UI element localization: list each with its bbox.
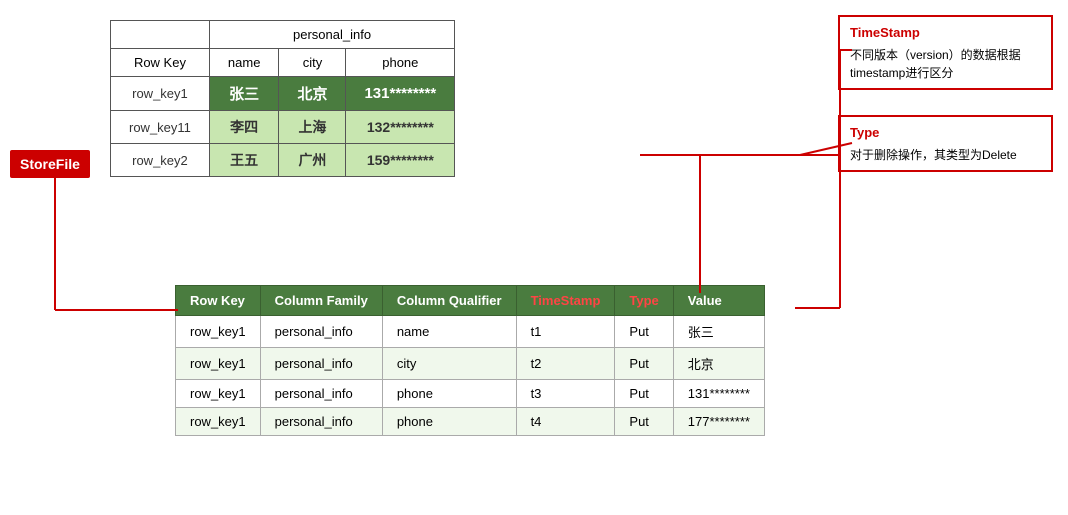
phone-cell: 131******** [346, 77, 455, 111]
bottom-table: Row Key Column Family Column Qualifier T… [175, 285, 765, 436]
col-header-row: Row Key name city phone [111, 49, 455, 77]
bd-value: 177******** [673, 408, 764, 436]
bd-cq: phone [382, 380, 516, 408]
bd-cf: personal_info [260, 380, 382, 408]
bd-ts: t3 [516, 380, 615, 408]
city-cell: 广州 [279, 144, 346, 177]
table-row: row_key1 张三 北京 131******** [111, 77, 455, 111]
bh-type: Type [615, 286, 673, 316]
phone-cell: 132******** [346, 111, 455, 144]
timestamp-text: 不同版本（version）的数据根据timestamp进行区分 [850, 46, 1041, 82]
bd-cq: city [382, 348, 516, 380]
table-row: row_key1 personal_info city t2 Put 北京 [176, 348, 765, 380]
bd-cf: personal_info [260, 348, 382, 380]
bd-type: Put [615, 316, 673, 348]
rowkey-col-header: Row Key [111, 49, 210, 77]
bh-cq: Column Qualifier [382, 286, 516, 316]
bh-value: Value [673, 286, 764, 316]
empty-header [111, 21, 210, 49]
type-annotation: Type 对于删除操作，其类型为Delete [838, 115, 1053, 172]
bd-ts: t4 [516, 408, 615, 436]
bottom-section: Row Key Column Family Column Qualifier T… [175, 285, 765, 436]
bottom-header-row: Row Key Column Family Column Qualifier T… [176, 286, 765, 316]
storefile-label: StoreFile [10, 150, 90, 178]
type-text: 对于删除操作，其类型为Delete [850, 146, 1041, 164]
table-row: row_key1 personal_info phone t3 Put 131*… [176, 380, 765, 408]
table-row: row_key2 王五 广州 159******** [111, 144, 455, 177]
bd-cq: name [382, 316, 516, 348]
bd-cf: personal_info [260, 408, 382, 436]
row-key-cell: row_key11 [111, 111, 210, 144]
bd-value: 北京 [673, 348, 764, 380]
bd-rowkey: row_key1 [176, 316, 261, 348]
name-cell: 王五 [209, 144, 279, 177]
name-col-header: name [209, 49, 279, 77]
bd-type: Put [615, 348, 673, 380]
top-table: personal_info Row Key name city phone ro… [110, 20, 455, 177]
bd-cf: personal_info [260, 316, 382, 348]
bd-cq: phone [382, 408, 516, 436]
city-col-header: city [279, 49, 346, 77]
phone-cell: 159******** [346, 144, 455, 177]
name-cell: 张三 [209, 77, 279, 111]
bd-rowkey: row_key1 [176, 348, 261, 380]
timestamp-annotation: TimeStamp 不同版本（version）的数据根据timestamp进行区… [838, 15, 1053, 90]
table-row: row_key11 李四 上海 132******** [111, 111, 455, 144]
top-section: personal_info Row Key name city phone ro… [110, 20, 455, 177]
bh-rowkey: Row Key [176, 286, 261, 316]
row-key-cell: row_key1 [111, 77, 210, 111]
bh-ts: TimeStamp [516, 286, 615, 316]
bd-rowkey: row_key1 [176, 408, 261, 436]
bh-cf: Column Family [260, 286, 382, 316]
name-cell: 李四 [209, 111, 279, 144]
main-container: StoreFile personal_info Row Key name cit… [0, 0, 1068, 515]
bd-type: Put [615, 380, 673, 408]
table-row: row_key1 personal_info name t1 Put 张三 [176, 316, 765, 348]
timestamp-title: TimeStamp [850, 23, 1041, 43]
city-cell: 上海 [279, 111, 346, 144]
phone-col-header: phone [346, 49, 455, 77]
table-row: row_key1 personal_info phone t4 Put 177*… [176, 408, 765, 436]
table-header-row: personal_info [111, 21, 455, 49]
personal-info-header: personal_info [209, 21, 454, 49]
bd-value: 张三 [673, 316, 764, 348]
bd-ts: t1 [516, 316, 615, 348]
type-title: Type [850, 123, 1041, 143]
row-key-cell: row_key2 [111, 144, 210, 177]
bd-ts: t2 [516, 348, 615, 380]
city-cell: 北京 [279, 77, 346, 111]
bd-rowkey: row_key1 [176, 380, 261, 408]
bd-type: Put [615, 408, 673, 436]
bd-value: 131******** [673, 380, 764, 408]
